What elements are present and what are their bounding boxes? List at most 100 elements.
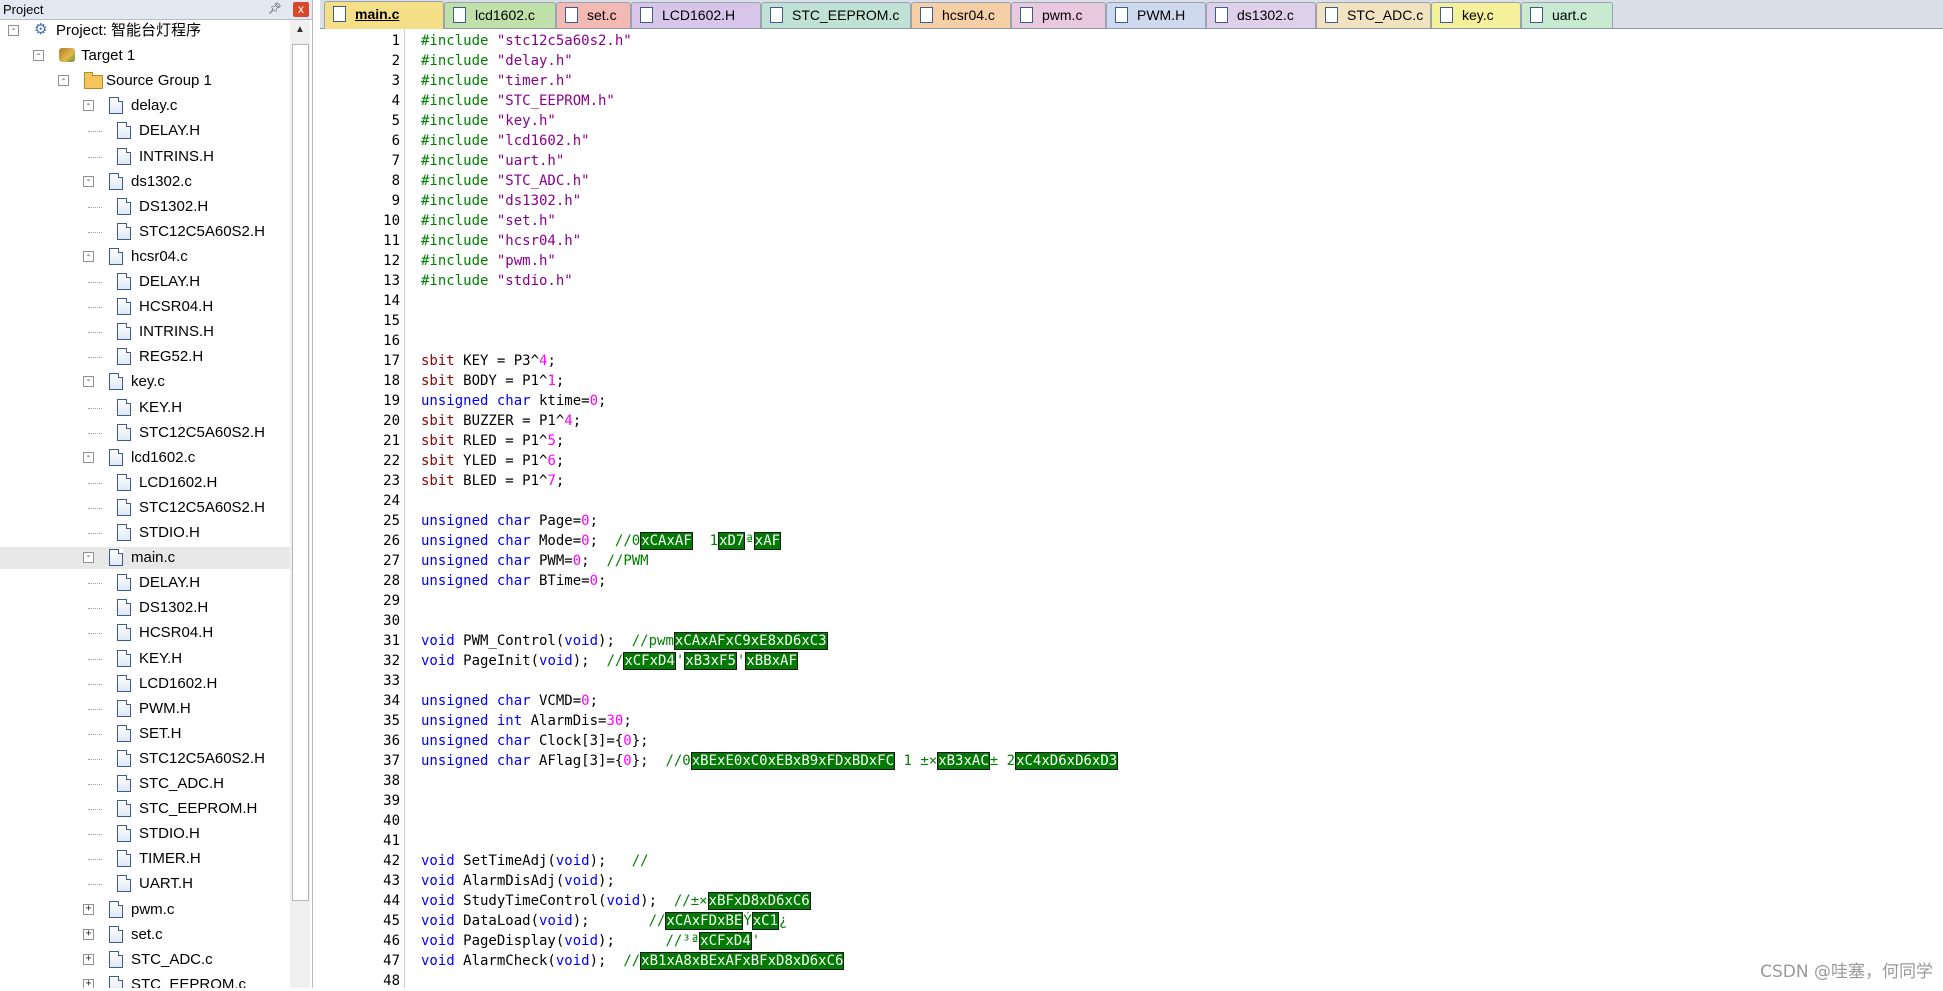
code-line[interactable]: void PageInit(void); //xCFxD4'xB3xF5'xBB… bbox=[421, 651, 798, 671]
tree-item[interactable]: + STC_ADC.c bbox=[0, 949, 290, 971]
tree-item[interactable]: DELAY.H bbox=[0, 271, 290, 293]
code-line[interactable]: #include "hcsr04.h" bbox=[421, 231, 581, 251]
code-line[interactable]: #include "STC_EEPROM.h" bbox=[421, 91, 615, 111]
tree-item[interactable]: - ds1302.c bbox=[0, 171, 290, 193]
collapse-icon[interactable]: - bbox=[58, 75, 69, 87]
tree-item[interactable]: STDIO.H bbox=[0, 823, 290, 845]
tab-pwm-c[interactable]: pwm.c bbox=[1011, 2, 1106, 28]
tree-item[interactable]: STC12C5A60S2.H bbox=[0, 422, 290, 444]
tab-key-c[interactable]: key.c bbox=[1431, 2, 1521, 28]
tree-item[interactable]: DS1302.H bbox=[0, 196, 290, 218]
code-line[interactable]: unsigned char BTime=0; bbox=[421, 571, 606, 591]
tree-item[interactable]: LCD1602.H bbox=[0, 673, 290, 695]
code-line[interactable]: void PWM_Control(void); //pwmxCAxAFxC9xE… bbox=[421, 631, 828, 651]
tree-scrollbar[interactable]: ▲ bbox=[290, 20, 310, 988]
code-line[interactable]: unsigned char Mode=0; //0xCAxAF 1xD7ªxAF bbox=[421, 531, 782, 551]
tree-item[interactable]: - main.c bbox=[0, 547, 290, 570]
tree-item[interactable]: DELAY.H bbox=[0, 120, 290, 142]
tree-item[interactable]: - key.c bbox=[0, 371, 290, 393]
tab-ds1302-c[interactable]: ds1302.c bbox=[1206, 2, 1316, 28]
collapse-icon[interactable]: - bbox=[83, 250, 94, 262]
close-icon[interactable]: x bbox=[293, 2, 309, 17]
tree-item[interactable]: + set.c bbox=[0, 924, 290, 946]
tree-item[interactable]: TIMER.H bbox=[0, 848, 290, 870]
tree-item[interactable]: - hcsr04.c bbox=[0, 246, 290, 268]
code-line[interactable]: unsigned char VCMD=0; bbox=[421, 691, 598, 711]
code-line[interactable]: sbit BODY = P1^1; bbox=[421, 371, 564, 391]
code-line[interactable]: void StudyTimeControl(void); //±×xBFxD8x… bbox=[421, 891, 811, 911]
code-line[interactable]: unsigned char PWM=0; //PWM bbox=[421, 551, 649, 571]
tab-stc-adc-c[interactable]: STC_ADC.c bbox=[1316, 2, 1431, 28]
tree-item[interactable]: - lcd1602.c bbox=[0, 447, 290, 469]
code-line[interactable]: unsigned char AFlag[3]={0}; //0xBExE0xC0… bbox=[421, 751, 1119, 771]
tree-item[interactable]: + pwm.c bbox=[0, 899, 290, 921]
code-line[interactable]: void PageDisplay(void); //³ªxCFxD4' bbox=[421, 931, 760, 951]
code-line[interactable]: sbit RLED = P1^5; bbox=[421, 431, 564, 451]
code-line[interactable]: sbit BLED = P1^7; bbox=[421, 471, 564, 491]
tab-uart-c[interactable]: uart.c bbox=[1521, 2, 1613, 28]
tree-item[interactable]: - Source Group 1 bbox=[0, 70, 290, 92]
tree-item[interactable]: SET.H bbox=[0, 723, 290, 745]
tree-item[interactable]: LCD1602.H bbox=[0, 472, 290, 494]
tree-item[interactable]: KEY.H bbox=[0, 648, 290, 670]
code-line[interactable]: sbit BUZZER = P1^4; bbox=[421, 411, 581, 431]
expand-icon[interactable]: + bbox=[83, 953, 94, 965]
tree-item[interactable]: - Target 1 bbox=[0, 45, 290, 67]
tree-item[interactable]: DELAY.H bbox=[0, 572, 290, 594]
tree-item[interactable]: KEY.H bbox=[0, 397, 290, 419]
tree-item[interactable]: STC_EEPROM.H bbox=[0, 798, 290, 820]
tree-item[interactable]: STC12C5A60S2.H bbox=[0, 748, 290, 770]
tab-pwm-h[interactable]: PWM.H bbox=[1106, 2, 1206, 28]
code-line[interactable]: unsigned int AlarmDis=30; bbox=[421, 711, 632, 731]
code-line[interactable]: #include "delay.h" bbox=[421, 51, 573, 71]
expand-icon[interactable]: + bbox=[83, 928, 94, 940]
tree-item[interactable]: STC12C5A60S2.H bbox=[0, 221, 290, 243]
code-line[interactable]: void AlarmDisAdj(void); bbox=[421, 871, 615, 891]
code-line[interactable]: unsigned char Clock[3]={0}; bbox=[421, 731, 649, 751]
collapse-icon[interactable]: - bbox=[83, 100, 94, 112]
code-line[interactable]: #include "stdio.h" bbox=[421, 271, 573, 291]
collapse-icon[interactable]: - bbox=[83, 451, 94, 463]
tab-hcsr04-c[interactable]: hcsr04.c bbox=[911, 2, 1011, 28]
tree-item[interactable]: INTRINS.H bbox=[0, 321, 290, 343]
tree-item[interactable]: STC12C5A60S2.H bbox=[0, 497, 290, 519]
collapse-icon[interactable]: - bbox=[83, 552, 94, 564]
tab-lcd1602-c[interactable]: lcd1602.c bbox=[444, 2, 556, 28]
code-line[interactable]: #include "uart.h" bbox=[421, 151, 564, 171]
code-line[interactable]: unsigned char ktime=0; bbox=[421, 391, 606, 411]
code-line[interactable]: void AlarmCheck(void); //xB1xA8xBExAFxBF… bbox=[421, 951, 845, 971]
tab-stc-eeprom-c[interactable]: STC_EEPROM.c bbox=[761, 2, 911, 28]
tab-set-c[interactable]: set.c bbox=[556, 2, 631, 28]
tree-item[interactable]: STC_ADC.H bbox=[0, 773, 290, 795]
expand-icon[interactable]: + bbox=[83, 903, 94, 915]
tree-item[interactable]: UART.H bbox=[0, 873, 290, 895]
code-line[interactable]: void SetTimeAdj(void); // bbox=[421, 851, 649, 871]
tree-item[interactable]: HCSR04.H bbox=[0, 622, 290, 644]
tree-item[interactable]: PWM.H bbox=[0, 698, 290, 720]
tab-lcd1602-h[interactable]: LCD1602.H bbox=[631, 2, 761, 28]
code-line[interactable]: #include "key.h" bbox=[421, 111, 556, 131]
code-area[interactable]: 1 2 3 4 5 6 7 8 9 10 11 12 13 14 15 16 17 18 19 20 21 22 23 24 2… bbox=[320, 29, 1943, 989]
tree-item[interactable]: HCSR04.H bbox=[0, 296, 290, 318]
collapse-icon[interactable]: - bbox=[83, 376, 94, 388]
tree-item[interactable]: - ⚙ Project: 智能台灯程序 bbox=[0, 20, 290, 42]
code-line[interactable]: #include "ds1302.h" bbox=[421, 191, 581, 211]
scrollbar-thumb[interactable] bbox=[292, 44, 309, 901]
code-line[interactable]: sbit KEY = P3^4; bbox=[421, 351, 556, 371]
code-line[interactable]: #include "set.h" bbox=[421, 211, 556, 231]
pin-icon[interactable]: 📌︎ bbox=[268, 0, 282, 19]
tree-item[interactable]: STDIO.H bbox=[0, 522, 290, 544]
tree-item[interactable]: + STC_EEPROM.c bbox=[0, 974, 290, 988]
tree-item[interactable]: - delay.c bbox=[0, 95, 290, 117]
code-line[interactable]: #include "STC_ADC.h" bbox=[421, 171, 590, 191]
expand-icon[interactable]: + bbox=[83, 978, 94, 988]
code-line[interactable]: #include "stc12c5a60s2.h" bbox=[421, 31, 632, 51]
collapse-icon[interactable]: - bbox=[33, 50, 44, 62]
code-line[interactable]: unsigned char Page=0; bbox=[421, 511, 598, 531]
tree-item[interactable]: REG52.H bbox=[0, 346, 290, 368]
code-line[interactable]: #include "lcd1602.h" bbox=[421, 131, 590, 151]
collapse-icon[interactable]: - bbox=[8, 25, 19, 36]
code-line[interactable]: #include "timer.h" bbox=[421, 71, 573, 91]
tree-item[interactable]: DS1302.H bbox=[0, 597, 290, 619]
code-line[interactable]: void DataLoad(void); //xCAxFDxBEÝxC1¿ bbox=[421, 911, 787, 931]
